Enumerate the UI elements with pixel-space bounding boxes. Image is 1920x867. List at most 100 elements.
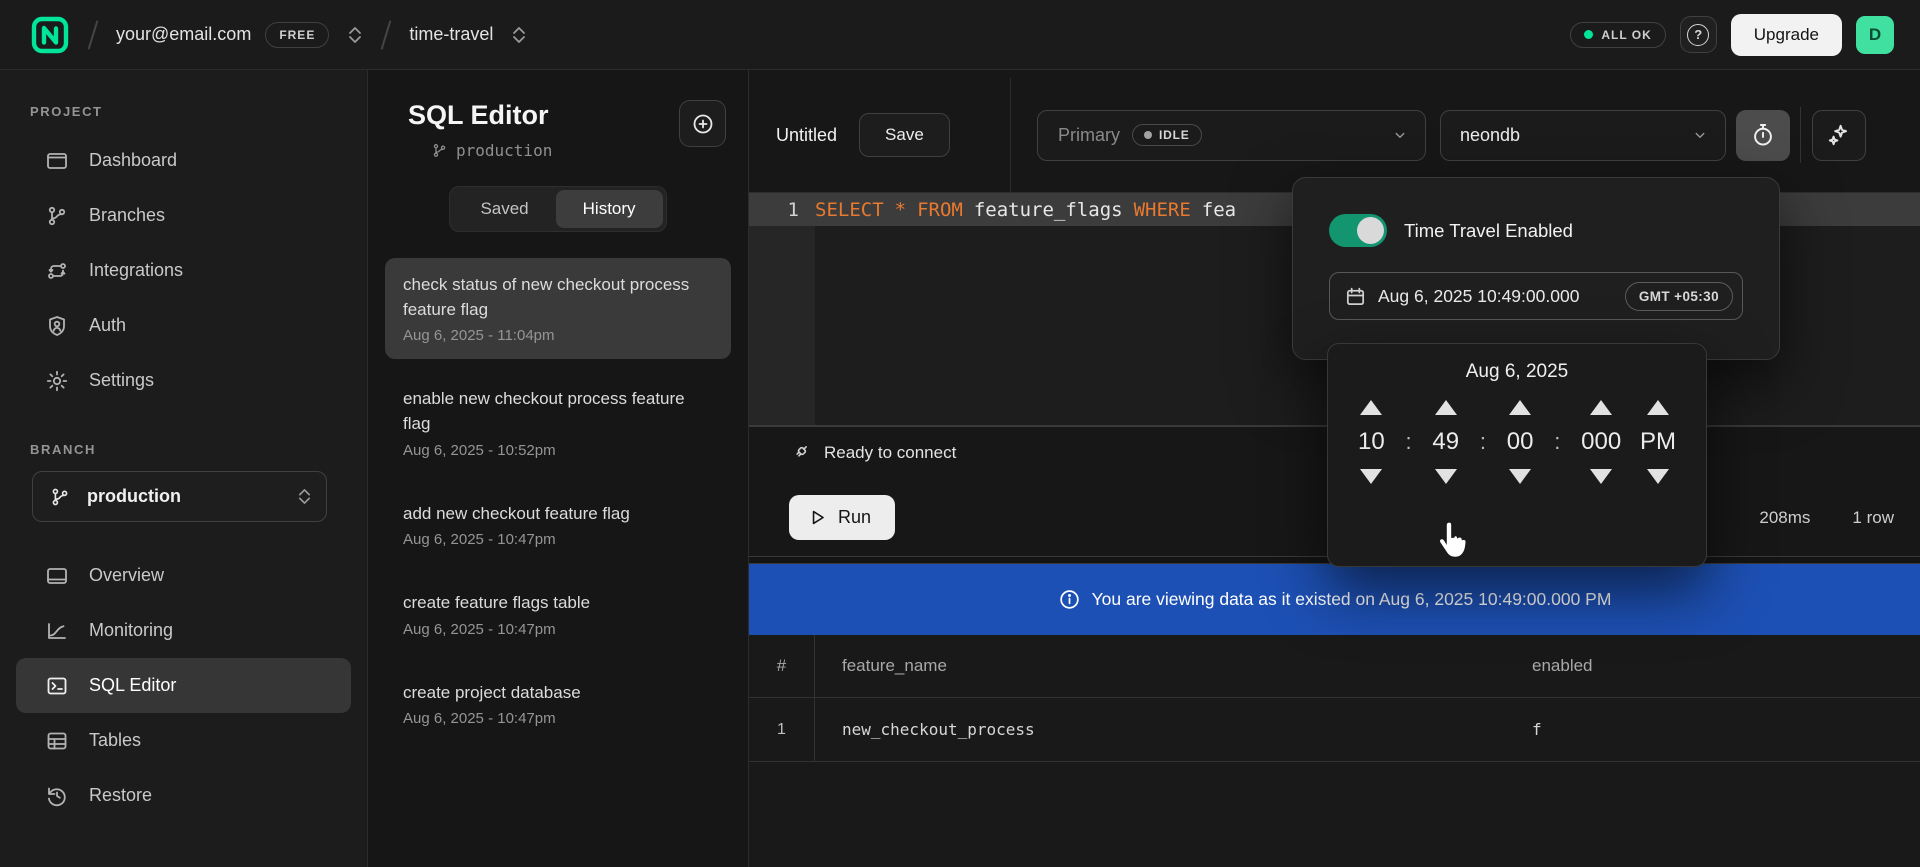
history-list: check status of new checkout process fea…: [385, 258, 731, 742]
project-switcher-icon[interactable]: [511, 25, 527, 45]
project-section-label: PROJECT: [0, 104, 367, 119]
branch-selector[interactable]: production: [32, 471, 327, 522]
chart-icon: [45, 619, 69, 643]
neon-console: your@email.com FREE time-travel ALL OK ?…: [0, 0, 1920, 867]
minutes-up-button[interactable]: [1435, 400, 1457, 415]
breadcrumb-divider: [88, 20, 99, 49]
milliseconds-value: 000: [1581, 428, 1621, 456]
sql-editor-panel: SQL Editor production Saved History chec…: [368, 70, 749, 867]
seconds-up-button[interactable]: [1509, 400, 1531, 415]
sql-text: SELECT*FROMfeature_flagsWHEREfea: [815, 199, 1247, 221]
history-item[interactable]: create project database Aug 6, 2025 - 10…: [385, 666, 731, 743]
meridiem-up-button[interactable]: [1647, 400, 1669, 415]
upgrade-button[interactable]: Upgrade: [1731, 14, 1842, 56]
history-item[interactable]: create feature flags table Aug 6, 2025 -…: [385, 576, 731, 653]
gear-icon: [45, 369, 69, 393]
sql-editor-icon: [45, 674, 69, 698]
top-header: your@email.com FREE time-travel ALL OK ?…: [0, 0, 1920, 70]
sidebar-item-integrations[interactable]: Integrations: [16, 243, 351, 298]
status-badge[interactable]: ALL OK: [1570, 22, 1665, 48]
history-item[interactable]: add new checkout feature flag Aug 6, 202…: [385, 487, 731, 564]
meridiem-spinner: PM: [1640, 400, 1676, 484]
sidebar-item-auth[interactable]: Auth: [16, 298, 351, 353]
ai-assistant-button[interactable]: [1812, 110, 1866, 161]
picker-date-title: Aug 6, 2025: [1352, 361, 1682, 383]
question-icon: ?: [1687, 24, 1709, 46]
minutes-value: 49: [1432, 428, 1459, 456]
integrations-icon: [45, 259, 69, 283]
column-feature-name[interactable]: feature_name: [815, 656, 1532, 676]
sparkles-icon: [1826, 122, 1852, 148]
sidebar-item-sql-editor[interactable]: SQL Editor: [16, 658, 351, 713]
stopwatch-icon: [1750, 122, 1776, 148]
seconds-spinner: 00: [1507, 400, 1534, 484]
compute-dropdown[interactable]: Primary IDLE: [1037, 110, 1426, 161]
project-name[interactable]: time-travel: [409, 24, 493, 45]
milliseconds-spinner: 000: [1581, 400, 1621, 484]
overview-icon: [45, 564, 69, 588]
run-button[interactable]: Run: [789, 495, 895, 540]
history-item[interactable]: enable new checkout process feature flag…: [385, 372, 731, 473]
seconds-down-button[interactable]: [1509, 469, 1531, 484]
sidebar-item-settings[interactable]: Settings: [16, 353, 351, 408]
column-index: #: [749, 635, 815, 697]
query-tab[interactable]: Untitled Save: [749, 78, 1011, 192]
saved-history-tabs: Saved History: [449, 186, 666, 232]
branch-selector-value: production: [87, 486, 281, 507]
breadcrumb-divider: [381, 20, 392, 49]
sidebar-item-monitoring[interactable]: Monitoring: [16, 603, 351, 658]
shield-user-icon: [45, 314, 69, 338]
sidebar-item-overview[interactable]: Overview: [16, 548, 351, 603]
account-email[interactable]: your@email.com: [116, 24, 251, 45]
table-row[interactable]: 1 new_checkout_process f: [749, 698, 1920, 762]
query-tab-title: Untitled: [776, 125, 837, 146]
hours-up-button[interactable]: [1360, 400, 1382, 415]
plug-icon: [789, 442, 811, 464]
minutes-down-button[interactable]: [1435, 469, 1457, 484]
help-button[interactable]: ?: [1680, 16, 1717, 53]
database-dropdown[interactable]: neondb: [1440, 110, 1726, 161]
tab-saved[interactable]: Saved: [453, 190, 555, 228]
results-table: # feature_name enabled 1 new_checkout_pr…: [749, 635, 1920, 867]
info-icon: [1058, 588, 1081, 611]
toolbar-divider: [1800, 107, 1801, 163]
compute-status-badge: IDLE: [1132, 124, 1202, 146]
save-button[interactable]: Save: [859, 113, 950, 157]
sidebar-item-dashboard[interactable]: Dashboard: [16, 133, 351, 188]
milliseconds-down-button[interactable]: [1590, 469, 1612, 484]
query-duration: 208ms: [1759, 508, 1810, 528]
play-icon: [808, 508, 827, 527]
plan-badge: FREE: [265, 22, 329, 48]
mouse-cursor: [1432, 519, 1474, 568]
milliseconds-up-button[interactable]: [1590, 400, 1612, 415]
sidebar-item-branches[interactable]: Branches: [16, 188, 351, 243]
panel-branch: production: [431, 141, 552, 160]
user-avatar[interactable]: D: [1856, 16, 1894, 54]
new-query-button[interactable]: [679, 100, 726, 147]
tab-history[interactable]: History: [556, 190, 663, 228]
hours-spinner: 10: [1358, 400, 1385, 484]
meridiem-value: PM: [1640, 428, 1676, 456]
column-enabled[interactable]: enabled: [1532, 656, 1920, 676]
branch-icon: [431, 142, 448, 159]
meridiem-down-button[interactable]: [1647, 469, 1669, 484]
sidebar-item-tables[interactable]: Tables: [16, 713, 351, 768]
toggle-knob: [1357, 217, 1384, 244]
dashboard-icon: [45, 149, 69, 173]
history-item[interactable]: check status of new checkout process fea…: [385, 258, 731, 359]
branch-section-label: BRANCH: [0, 442, 367, 457]
status-ok-dot: [1584, 30, 1593, 39]
time-travel-button[interactable]: [1736, 110, 1790, 161]
account-switcher-icon[interactable]: [347, 25, 363, 45]
time-spinner: 10 : 49 : 00 : 000 PM: [1352, 400, 1682, 484]
neon-logo[interactable]: [30, 15, 70, 55]
datetime-input[interactable]: Aug 6, 2025 10:49:00.000 GMT +05:30: [1329, 272, 1743, 320]
time-travel-toggle[interactable]: [1329, 214, 1387, 247]
sidebar-item-restore[interactable]: Restore: [16, 768, 351, 823]
sidebar: PROJECT Dashboard Branches Integrations …: [0, 70, 368, 867]
hours-down-button[interactable]: [1360, 469, 1382, 484]
editor-toolbar: Untitled Save Primary IDLE neondb: [749, 70, 1920, 192]
hours-value: 10: [1358, 428, 1385, 456]
plus-circle-icon: [691, 112, 715, 136]
branch-icon: [45, 204, 69, 228]
